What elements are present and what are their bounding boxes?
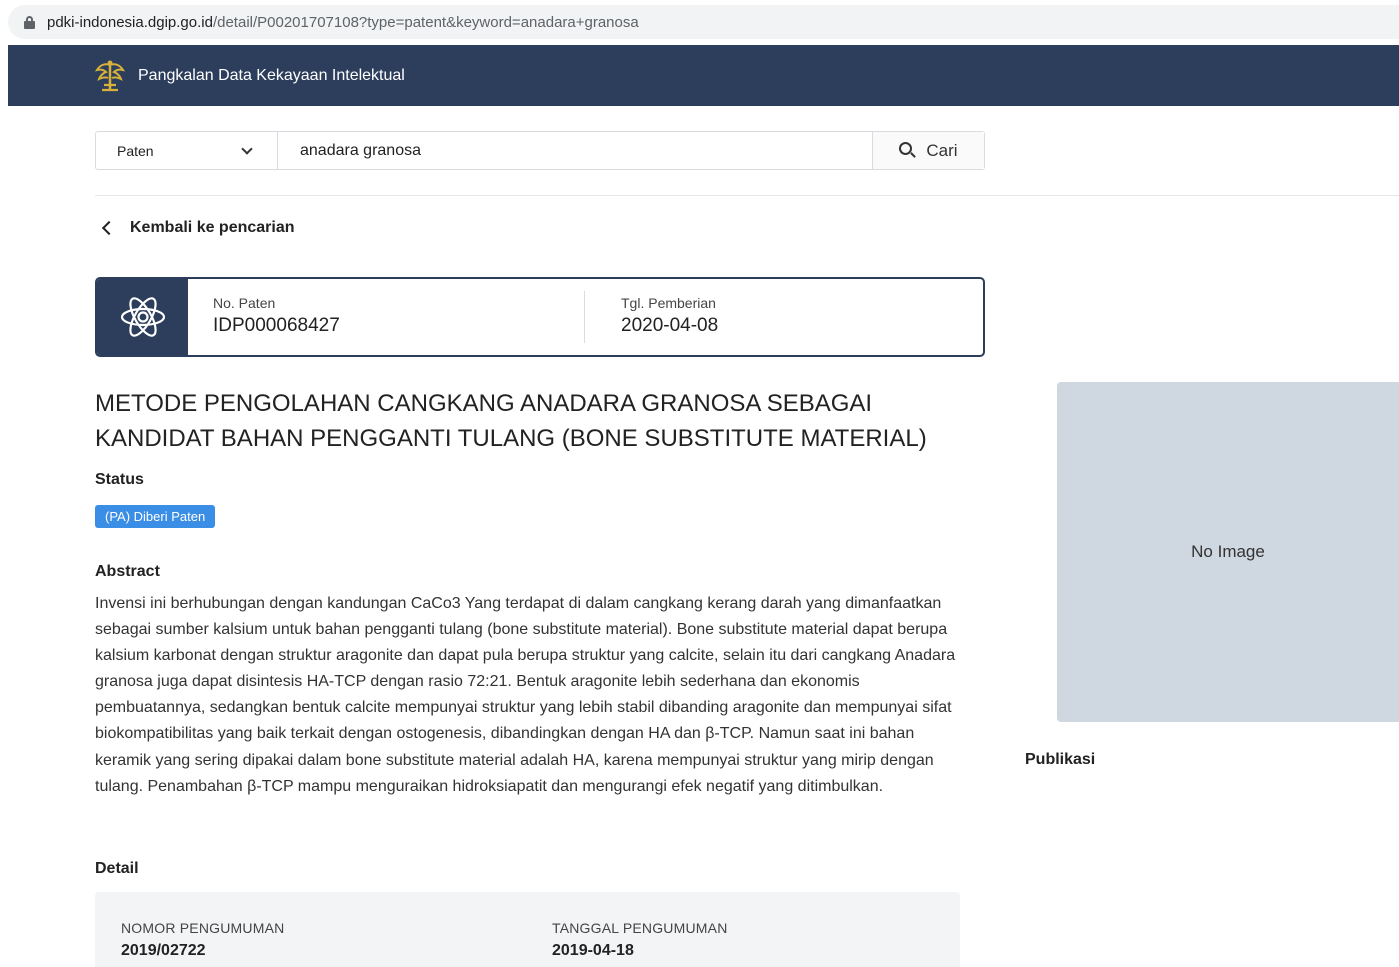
search-type-select[interactable]: Paten bbox=[96, 132, 278, 169]
search-button[interactable]: Cari bbox=[872, 132, 984, 169]
publication-heading: Publikasi bbox=[1025, 751, 1096, 768]
field-value: 2019/02722 bbox=[121, 942, 206, 959]
grant-date-block: Tgl. Pemberian 2020-04-08 bbox=[585, 279, 718, 355]
grant-date-value: 2020-04-08 bbox=[621, 315, 719, 336]
chevron-down-icon bbox=[241, 142, 253, 155]
search-button-label: Cari bbox=[926, 140, 958, 160]
site-header: Pangkalan Data Kekayaan Intelektual bbox=[8, 45, 1399, 106]
patent-number-value: IDP000068427 bbox=[213, 315, 340, 336]
back-link-label: Kembali ke pencarian bbox=[130, 219, 295, 236]
search-type-value: Paten bbox=[117, 142, 154, 159]
address-bar[interactable]: pdki-indonesia.dgip.go.id/detail/P002017… bbox=[8, 5, 1399, 39]
status-heading: Status bbox=[95, 471, 144, 488]
search-icon bbox=[899, 142, 917, 159]
chevron-left-icon bbox=[101, 220, 117, 236]
announcement-date-field: TANGGAL PENGUMUMAN 2019-04-18 bbox=[552, 920, 728, 960]
abstract-text: Invensi ini berhubungan dengan kandungan… bbox=[95, 595, 956, 795]
no-image-label: No Image bbox=[1191, 542, 1265, 561]
site-title[interactable]: Pangkalan Data Kekayaan Intelektual bbox=[138, 67, 405, 85]
patent-number-label: No. Paten bbox=[213, 295, 276, 311]
search-input[interactable] bbox=[278, 132, 872, 169]
search-bar: Paten Cari bbox=[95, 131, 985, 170]
divider bbox=[95, 195, 1399, 196]
lock-icon bbox=[24, 15, 35, 29]
detail-panel: NOMOR PENGUMUMAN 2019/02722 TANGGAL PENG… bbox=[95, 892, 960, 967]
patent-summary-card: No. Paten IDP000068427 Tgl. Pemberian 20… bbox=[95, 277, 985, 357]
abstract-heading: Abstract bbox=[95, 563, 160, 580]
patent-type-badge bbox=[97, 279, 188, 355]
url-text[interactable]: pdki-indonesia.dgip.go.id/detail/P002017… bbox=[47, 14, 639, 31]
field-value: 2019-04-18 bbox=[552, 942, 634, 959]
patent-title: METODE PENGOLAHAN CANGKANG ANADARA GRANO… bbox=[95, 390, 927, 452]
announcement-number-field: NOMOR PENGUMUMAN 2019/02722 bbox=[121, 920, 284, 960]
patent-number-block: No. Paten IDP000068427 bbox=[188, 291, 585, 343]
field-label: NOMOR PENGUMUMAN bbox=[121, 920, 285, 936]
garuda-logo-icon[interactable] bbox=[95, 59, 125, 93]
grant-date-label: Tgl. Pemberian bbox=[621, 295, 716, 311]
back-to-search-link[interactable]: Kembali ke pencarian bbox=[100, 219, 295, 237]
detail-heading: Detail bbox=[95, 860, 139, 877]
image-placeholder: No Image bbox=[1057, 382, 1399, 722]
atom-icon bbox=[120, 297, 165, 337]
field-label: TANGGAL PENGUMUMAN bbox=[552, 920, 728, 936]
status-badge: (PA) Diberi Paten bbox=[95, 505, 216, 528]
